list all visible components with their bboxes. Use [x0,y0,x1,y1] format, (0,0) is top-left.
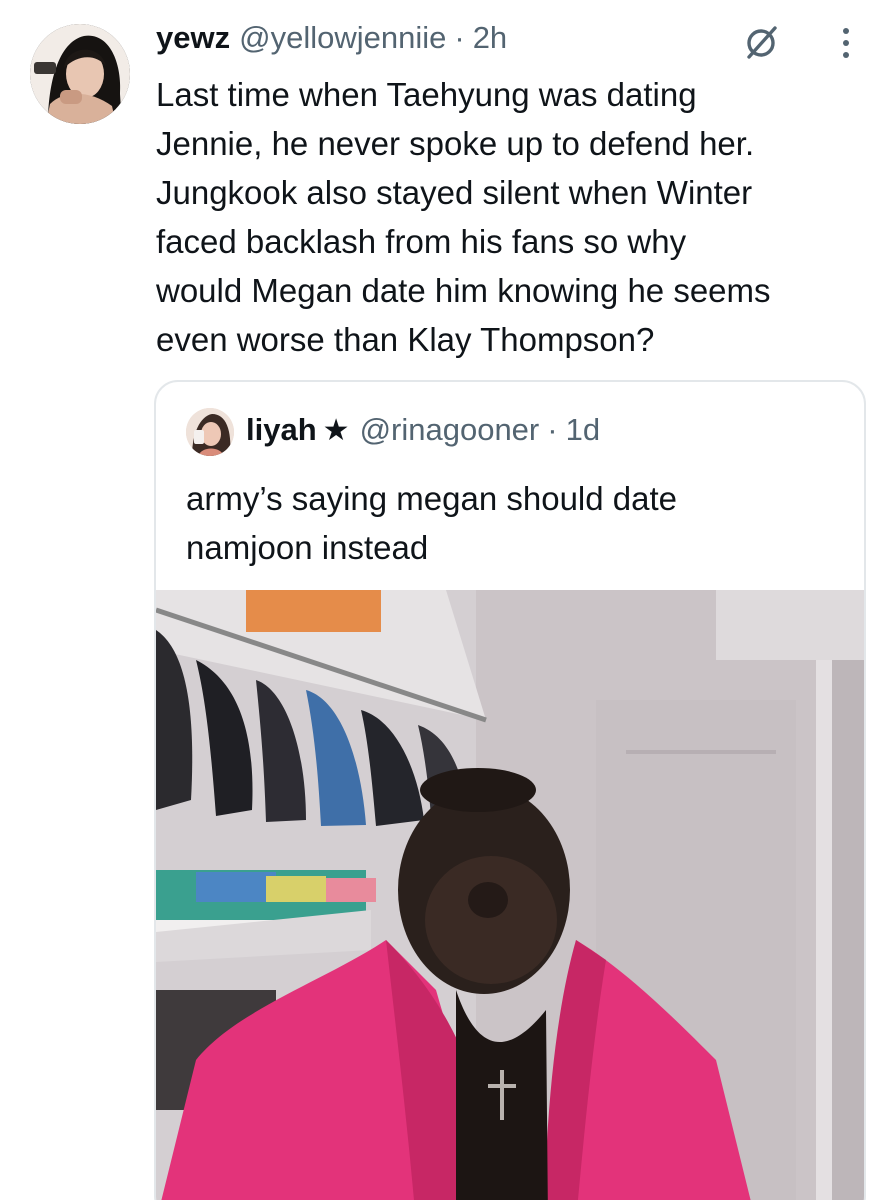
tweet-text-line: Last time when Taehyung was dating [156,76,697,113]
grok-slash-circle-icon[interactable] [742,22,782,62]
tweet-header: yewz @yellowjenniie · 2h [156,20,507,64]
quoted-text-line: army’s saying megan should date [186,480,678,517]
quoted-author-handle[interactable]: @rinagooner [360,412,540,448]
author-handle[interactable]: @yellowjenniie [239,20,446,56]
tweet-text-line: Jungkook also stayed silent when Winter [156,174,753,211]
quoted-tweet-body: army’s saying megan should date namjoon … [186,474,846,572]
quoted-header-separator: · [547,412,558,447]
author-avatar[interactable] [30,24,130,124]
quoted-tweet-timestamp[interactable]: 1d [566,412,600,448]
tweet[interactable]: yewz @yellowjenniie · 2h Last time when … [0,0,896,1200]
header-separator: · [454,20,465,55]
quoted-video-media[interactable] [156,590,864,1200]
star-icon: ★ [322,414,350,447]
author-display-name[interactable]: yewz [156,20,230,56]
tweet-timestamp[interactable]: 2h [473,20,507,56]
tweet-text-line: even worse than Klay Thompson? [156,321,655,358]
tweet-text-line: would Megan date him knowing he seems [156,272,771,309]
tweet-text-line: faced backlash from his fans so why [156,223,687,260]
more-vertical-icon[interactable] [826,22,866,62]
tweet-body: Last time when Taehyung was dating Jenni… [156,70,876,364]
quoted-author-display-name[interactable]: liyah [246,412,317,448]
quoted-tweet-header: liyah ★ @rinagooner · 1d [246,412,600,452]
quoted-author-avatar[interactable] [186,408,234,456]
quoted-text-line: namjoon instead [186,529,429,566]
tweet-text-line: Jennie, he never spoke up to defend her. [156,125,755,162]
quoted-tweet-card[interactable]: liyah ★ @rinagooner · 1d army’s saying m… [154,380,866,1200]
